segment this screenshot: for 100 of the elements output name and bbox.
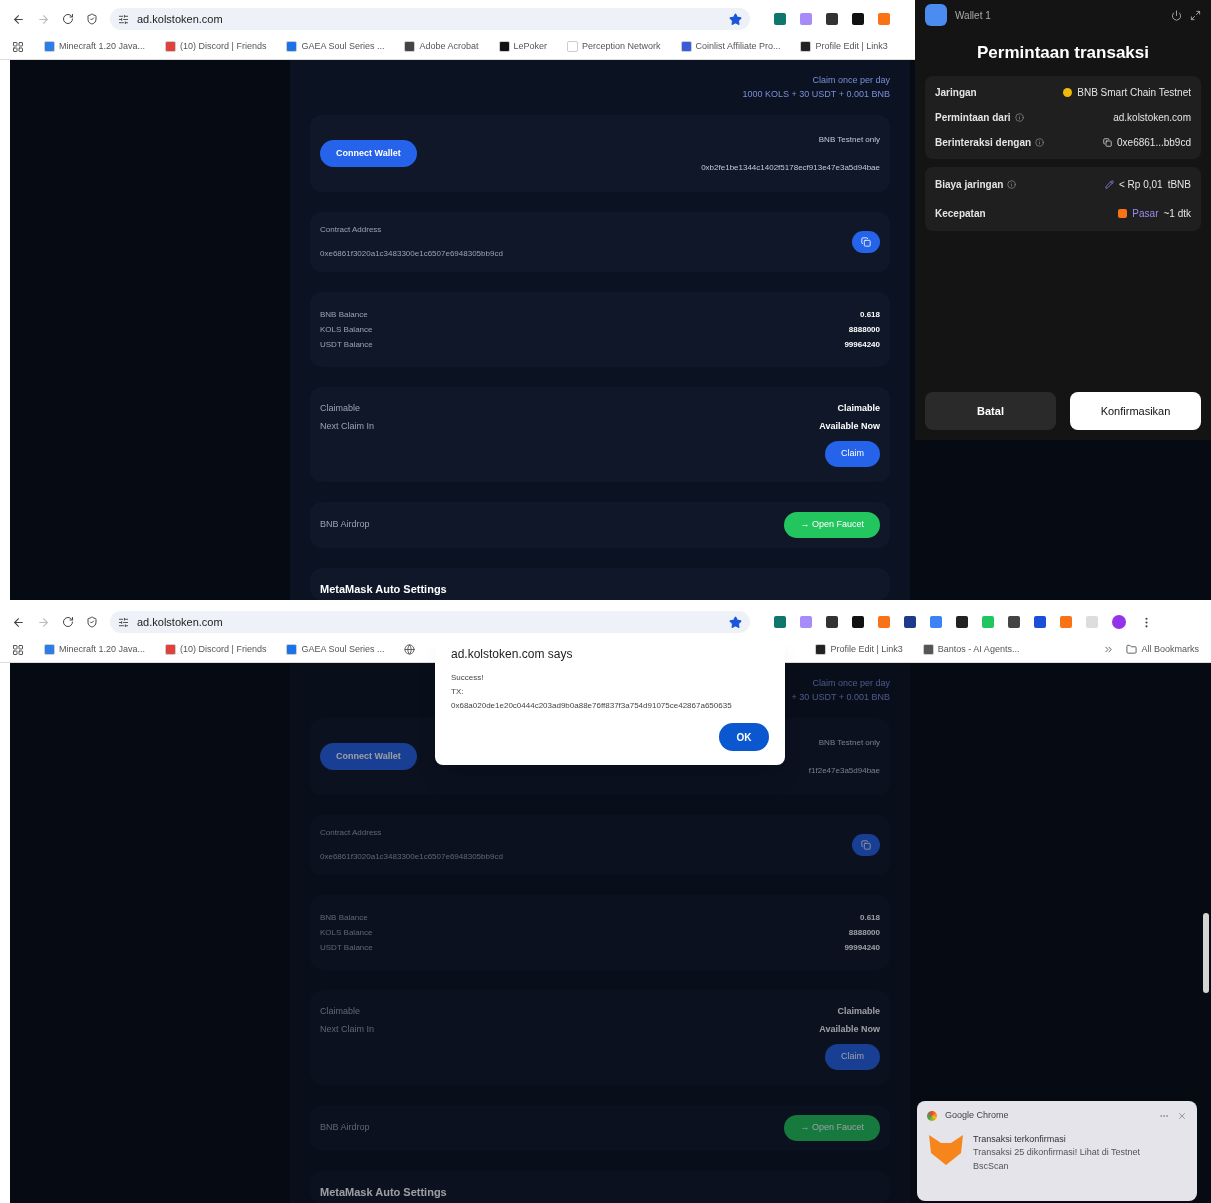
back-icon[interactable] [12, 12, 25, 26]
copy-icon [861, 237, 871, 248]
dialog-title: ad.kolstoken.com says [451, 646, 574, 663]
claim-label: Claimable [320, 402, 361, 416]
site-settings-icon[interactable] [118, 13, 129, 25]
bookmark-item[interactable]: Coinlist Affiliate Pro... [680, 39, 781, 54]
balance-label: USDT Balance [320, 941, 373, 954]
balance-label: USDT Balance [320, 338, 373, 351]
bookmark-item[interactable]: Minecraft 1.20 Java... [44, 39, 146, 54]
network-note: BNB Testnet only [818, 736, 880, 749]
bookmark-item[interactable]: Profile Edit | Link3 [800, 39, 888, 54]
scrollbar[interactable] [1203, 913, 1209, 993]
notification-app: Google Chrome [945, 1109, 1009, 1122]
detail-label: Permintaan dari [935, 110, 1011, 125]
detail-label: Kecepatan [935, 206, 986, 221]
contract-icon [1103, 137, 1113, 147]
connect-wallet-button[interactable]: Connect Wallet [320, 742, 417, 771]
account-name[interactable]: Wallet 1 [955, 7, 991, 23]
bookmark-item[interactable]: Adobe Acrobat [404, 39, 479, 54]
claim-value: Claimable [837, 402, 880, 416]
claim-value: Available Now [819, 419, 880, 433]
claim-button[interactable]: Claim [825, 441, 880, 467]
info-icon[interactable] [1014, 112, 1024, 122]
info-icon[interactable] [1007, 179, 1017, 189]
chrome-icon [927, 1110, 937, 1121]
address-bar[interactable]: ad.kolstoken.com [110, 611, 750, 633]
extension-icon[interactable] [852, 13, 864, 25]
balance-label: BNB Balance [320, 308, 368, 321]
copy-button[interactable] [852, 834, 880, 857]
bookmark-item[interactable]: Perception Network [567, 39, 661, 54]
bookmark-item[interactable]: (10) Discord | Friends [165, 642, 267, 657]
balance-value: 0.618 [859, 911, 880, 924]
bookmark-item[interactable]: Bantos - AI Agents... [922, 642, 1020, 657]
contract-label: Contract Address [320, 224, 383, 237]
claim-label: Next Claim In [320, 419, 374, 433]
site-settings-icon[interactable] [118, 616, 129, 628]
balance-label: KOLS Balance [320, 926, 373, 939]
confirm-button[interactable]: Konfirmasikan [1070, 392, 1201, 430]
back-icon[interactable] [12, 615, 25, 629]
bookmark-item[interactable]: Profile Edit | Link3 [815, 642, 903, 657]
bookmark-item[interactable]: Minecraft 1.20 Java... [44, 642, 146, 657]
edit-icon[interactable] [1105, 179, 1114, 189]
connect-wallet-button[interactable]: Connect Wallet [320, 139, 417, 168]
notification-title: Transaksi terkonfirmasi [973, 1132, 1067, 1146]
bookmark-star-icon[interactable] [729, 615, 742, 629]
balance-value: 8888000 [848, 323, 880, 336]
reward-text: + 30 USDT + 0.001 BNB [791, 690, 890, 704]
copy-icon [861, 840, 871, 851]
all-bookmarks-button[interactable]: All Bookmarks [1126, 642, 1199, 657]
address-bar[interactable]: ad.kolstoken.com [110, 8, 750, 30]
fee-value: < Rp 0,01 [1119, 177, 1163, 192]
detail-label: Biaya jaringan [935, 177, 1004, 192]
bookmark-item[interactable]: LePoker [498, 39, 548, 54]
airdrop-label: BNB Airdrop [320, 518, 370, 532]
shield-icon [86, 616, 98, 628]
dialog-message: 0x68a020de1e20c0444c203ad9b0a88e76ff837f3a754d91075ce42867a650635 [451, 700, 733, 712]
popup-title: Permintaan transaksi [976, 42, 1150, 64]
extension-icon[interactable] [956, 616, 968, 628]
close-icon[interactable] [1177, 1110, 1187, 1121]
wallet-address: f1f2e47e3a5d94bae [808, 764, 880, 777]
apps-icon[interactable] [12, 643, 24, 656]
claim-label: Claimable [320, 1005, 361, 1019]
bookmark-item[interactable]: (10) Discord | Friends [165, 39, 267, 54]
detail-label: Berinteraksi dengan [935, 135, 1032, 150]
claim-value: Claimable [837, 1005, 880, 1019]
settings-heading: MetaMask Auto Settings [320, 1186, 447, 1198]
more-bookmarks-icon[interactable] [1103, 644, 1115, 655]
reload-icon[interactable] [62, 616, 74, 628]
folder-icon [1126, 644, 1138, 655]
extension-icon[interactable] [904, 616, 916, 628]
info-icon[interactable] [1035, 137, 1045, 147]
balance-value: 8888000 [848, 926, 880, 939]
extension-icon[interactable] [852, 616, 864, 628]
balance-value: 99964240 [844, 338, 880, 351]
profile-avatar[interactable] [1112, 615, 1126, 629]
cancel-button[interactable]: Batal [925, 392, 1056, 430]
contract-address: 0xe6861f3020a1c3483300e1c6507e6948305bb9cd [320, 851, 503, 864]
apps-icon[interactable] [12, 40, 24, 53]
power-icon[interactable] [1171, 9, 1182, 21]
expand-icon[interactable] [1190, 9, 1201, 21]
extension-icon[interactable] [826, 616, 838, 628]
copy-button[interactable] [852, 231, 880, 254]
extension-icon[interactable] [1008, 616, 1020, 628]
claim-button[interactable]: Claim [825, 1044, 880, 1070]
extension-icon[interactable] [826, 13, 838, 25]
bookmark-item[interactable]: GAEA Soul Series ... [286, 642, 385, 657]
contract-label: Contract Address [320, 827, 383, 840]
bookmark-star-icon[interactable] [729, 12, 742, 26]
url-text: ad.kolstoken.com [137, 614, 223, 630]
detail-value: BNB Smart Chain Testnet [1077, 85, 1191, 100]
detail-value: 0xe6861...bb9cd [1117, 135, 1191, 150]
fox-icon [927, 1132, 965, 1167]
extension-icon[interactable] [1034, 616, 1046, 628]
contract-address: 0xe6861f3020a1c3483300e1c6507e6948305bb9cd [320, 248, 503, 261]
network-note: BNB Testnet only [818, 133, 880, 146]
reward-text: 1000 KOLS + 30 USDT + 0.001 BNB [742, 87, 890, 101]
reload-icon[interactable] [62, 13, 74, 25]
ok-button[interactable]: OK [719, 723, 769, 751]
bookmark-item[interactable]: GAEA Soul Series ... [286, 39, 385, 54]
globe-icon [404, 644, 416, 655]
